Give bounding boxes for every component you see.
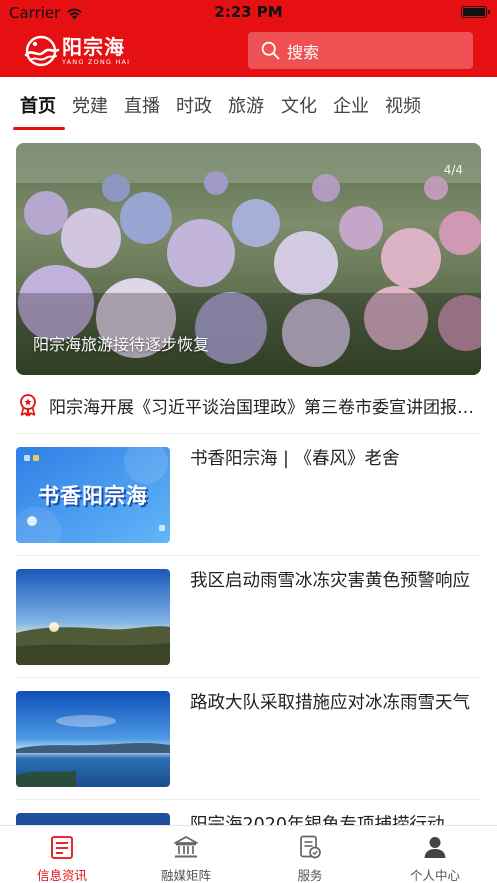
service-icon xyxy=(300,835,321,859)
nav-service[interactable]: 服务 xyxy=(248,826,372,883)
news-item[interactable]: 书香阳宗海 书香阳宗海 | 《春风》老舍 xyxy=(16,447,481,547)
tab-party[interactable]: 党建 xyxy=(72,92,108,118)
app-header: Carrier 2:23 PM 阳宗海 YANG ZONG HAI 搜索 xyxy=(0,0,497,77)
status-bar: Carrier 2:23 PM xyxy=(0,0,497,26)
headline-row[interactable]: 阳宗海开展《习近平谈治国理政》第三卷市委宣讲团报告会 xyxy=(16,388,481,422)
search-icon xyxy=(261,41,280,60)
thumbnail-text: 书香阳宗海 xyxy=(38,484,148,508)
institution-icon xyxy=(174,836,198,858)
news-icon xyxy=(51,836,73,859)
app-logo: 阳宗海 YANG ZONG HAI xyxy=(22,33,130,69)
active-tab-indicator xyxy=(13,127,65,130)
nav-label: 融媒矩阵 xyxy=(160,868,211,883)
news-item[interactable]: 我区启动雨雪冰冻灾害黄色预警响应 xyxy=(16,569,481,669)
tab-enterprise[interactable]: 企业 xyxy=(333,92,369,118)
nav-news[interactable]: 信息资讯 xyxy=(0,826,124,883)
award-ribbon-icon xyxy=(20,394,36,417)
banner-carousel[interactable]: 阳宗海旅游接待逐步恢复 4/4 xyxy=(16,143,481,375)
category-tabs: 首页 党建 直播 时政 旅游 文化 企业 视频 xyxy=(0,77,497,131)
nav-label: 服务 xyxy=(297,868,323,883)
status-time: 2:23 PM xyxy=(214,3,283,21)
search-box[interactable]: 搜索 xyxy=(248,32,473,69)
news-item[interactable]: 路政大队采取措施应对冰冻雨雪天气 xyxy=(16,691,481,791)
nav-label: 信息资讯 xyxy=(36,868,87,883)
divider xyxy=(16,433,481,434)
tab-home[interactable]: 首页 xyxy=(20,92,56,118)
logo-subtitle: YANG ZONG HAI xyxy=(62,57,131,66)
tab-travel[interactable]: 旅游 xyxy=(228,92,264,118)
divider xyxy=(16,677,481,678)
news-title: 我区启动雨雪冰冻灾害黄色预警响应 xyxy=(190,571,470,591)
news-thumbnail xyxy=(16,569,170,665)
tab-politics[interactable]: 时政 xyxy=(176,92,212,118)
search-placeholder: 搜索 xyxy=(287,42,320,62)
divider xyxy=(16,555,481,556)
banner-page-counter: 4/4 xyxy=(443,163,463,177)
tab-live[interactable]: 直播 xyxy=(124,92,160,118)
banner-caption: 阳宗海旅游接待逐步恢复 xyxy=(33,335,210,354)
nav-media-matrix[interactable]: 融媒矩阵 xyxy=(124,826,248,883)
nav-profile[interactable]: 个人中心 xyxy=(373,826,497,883)
nav-label: 个人中心 xyxy=(409,868,460,883)
person-icon xyxy=(424,837,446,858)
news-thumbnail xyxy=(16,691,170,787)
news-title: 路政大队采取措施应对冰冻雨雪天气 xyxy=(190,693,470,713)
bottom-tab-bar: 信息资讯 融媒矩阵 服务 个人中心 xyxy=(0,825,497,883)
news-title: 书香阳宗海 | 《春风》老舍 xyxy=(190,449,400,469)
tab-video[interactable]: 视频 xyxy=(385,92,421,118)
battery-icon xyxy=(461,6,490,18)
news-thumbnail: 书香阳宗海 xyxy=(16,447,170,543)
tab-culture[interactable]: 文化 xyxy=(281,92,317,118)
logo-wave-icon xyxy=(24,35,60,67)
logo-title: 阳宗海 xyxy=(62,34,125,59)
headline-text: 阳宗海开展《习近平谈治国理政》第三卷市委宣讲团报告会 xyxy=(49,397,481,418)
divider xyxy=(16,799,481,800)
